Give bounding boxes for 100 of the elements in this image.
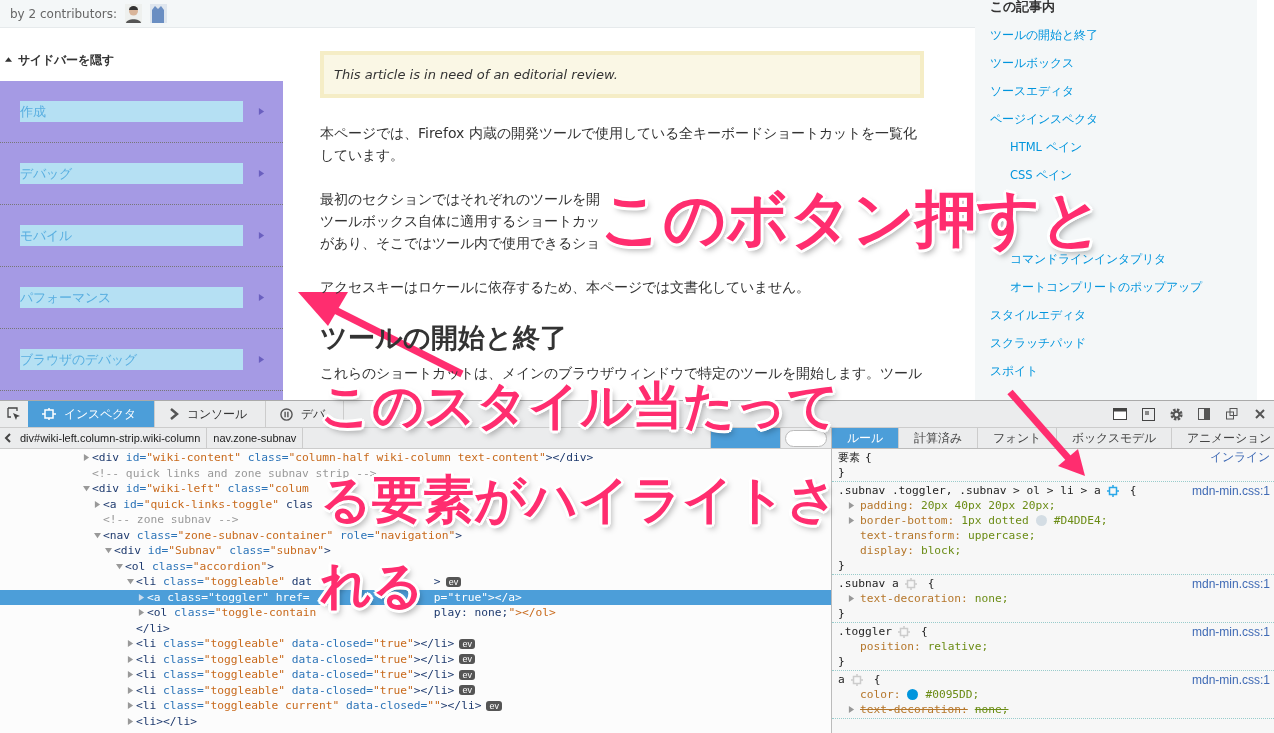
toc-link[interactable]: ツールボックス: [990, 56, 1074, 84]
disclosure-triangle-icon[interactable]: [94, 500, 101, 508]
css-property[interactable]: position:: [860, 640, 921, 653]
source-link[interactable]: インライン: [1210, 449, 1270, 466]
panel-tab[interactable]: アニメーション: [1172, 428, 1274, 448]
brace: {: [1129, 484, 1137, 497]
source-link[interactable]: mdn-min.css:1: [1191, 483, 1270, 498]
css-property[interactable]: display:: [860, 544, 914, 557]
disclosure-triangle-icon[interactable]: [83, 454, 90, 462]
toc-link[interactable]: HTML ペイン: [1010, 140, 1082, 168]
source-link[interactable]: mdn-min.css:1: [1191, 624, 1270, 639]
toc-link[interactable]: ページインスペクタ: [990, 112, 1098, 140]
css-value[interactable]: none;: [974, 592, 1009, 605]
panel-tab[interactable]: ボックスモデル: [1057, 428, 1172, 448]
brace: {: [927, 577, 935, 590]
disclosure-triangle-icon[interactable]: [127, 655, 134, 663]
markup-tag: </li>: [136, 621, 170, 635]
event-badge[interactable]: ev: [445, 576, 462, 587]
css-value[interactable]: #D4DDE4;: [1053, 514, 1108, 527]
breadcrumb[interactable]: nav.zone-subnav: [207, 428, 304, 448]
disclosure-triangle-icon[interactable]: [138, 593, 145, 601]
event-badge[interactable]: ev: [459, 638, 475, 649]
disclosure-triangle-icon[interactable]: [127, 671, 134, 679]
source-link[interactable]: mdn-min.css:1: [1191, 576, 1270, 591]
sidebar-toggle[interactable]: サイドバーを隠す: [0, 52, 283, 81]
panel-tab[interactable]: ルール: [832, 428, 899, 448]
color-swatch[interactable]: [1035, 515, 1047, 526]
disclosure-triangle-icon[interactable]: [138, 609, 145, 617]
disclosure-triangle-icon[interactable]: [127, 717, 134, 725]
highlighter-icon[interactable]: [897, 625, 910, 638]
section-heading: ツールの開始と終了: [320, 321, 568, 355]
highlighter-icon[interactable]: [1106, 484, 1119, 497]
review-notice: This article is in need of an editorial review.: [320, 51, 924, 98]
disclosure-triangle-icon[interactable]: [127, 640, 134, 648]
breadcrumb[interactable]: div#wiki-left.column-strip.wiki-column: [14, 428, 208, 448]
contributors-label: by 2 contributors:: [10, 6, 117, 21]
disclosure-triangle-icon[interactable]: [848, 595, 855, 602]
toc-link[interactable]: コマンドラインインタプリタ: [1010, 252, 1166, 280]
search-field[interactable]: [785, 429, 827, 447]
css-property[interactable]: padding:: [860, 499, 914, 512]
css-value[interactable]: 1px dotted: [961, 514, 1029, 527]
css-property[interactable]: text-decoration:: [860, 703, 968, 716]
disclosure-triangle-icon[interactable]: [94, 531, 101, 539]
markup-tag: <li></li>: [136, 714, 197, 728]
devtools-tab[interactable]: コンソール: [155, 401, 266, 427]
panel-tab[interactable]: 計算済み: [899, 428, 978, 448]
disclosure-triangle-icon[interactable]: [258, 356, 265, 363]
disclosure-triangle-icon[interactable]: [105, 547, 112, 555]
toc-link[interactable]: スポイト: [990, 364, 1038, 392]
brace: {: [873, 673, 881, 686]
panel-tab[interactable]: フォント: [978, 428, 1057, 448]
event-badge[interactable]: ev: [459, 669, 475, 680]
disclosure-triangle-icon[interactable]: [258, 170, 265, 177]
markup-tag: <li class="toggleable current" data-closed=""></li>: [136, 699, 482, 713]
toc-link[interactable]: ソースエディタ: [990, 84, 1074, 112]
css-value[interactable]: block;: [920, 544, 962, 557]
disclosure-triangle-icon[interactable]: [848, 706, 855, 713]
brace: }: [838, 655, 845, 668]
box-icon: [42, 408, 56, 420]
disclosure-triangle-icon[interactable]: [116, 562, 123, 570]
disclosure-triangle-icon[interactable]: [127, 702, 134, 710]
disclosure-triangle-icon[interactable]: [83, 485, 90, 493]
markup-tag: <a class="toggler" href=: [147, 590, 310, 604]
css-value[interactable]: #0095DD;: [925, 688, 980, 701]
text-fragment: ツールボックス自体に適用するショートカッ: [320, 212, 600, 231]
css-value[interactable]: none;: [974, 703, 1009, 716]
highlighter-icon[interactable]: [850, 673, 863, 686]
css-property[interactable]: text-decoration:: [860, 592, 968, 605]
toc-link[interactable]: スクラッチパッド: [990, 336, 1086, 364]
markup-tag: <li class="toggleable" data-closed="true"></li>: [136, 668, 455, 682]
css-value[interactable]: 20px 40px 20px 20px;: [920, 499, 1056, 512]
css-property[interactable]: color:: [860, 688, 901, 701]
css-value[interactable]: uppercase;: [968, 529, 1036, 542]
disclosure-triangle-icon[interactable]: [848, 517, 855, 524]
disclosure-triangle-icon[interactable]: [127, 686, 134, 694]
devtools-tab[interactable]: インスペクタ: [28, 401, 155, 427]
markup-tag: <li class="toggleable" data-closed="true"></li>: [136, 637, 455, 651]
css-value[interactable]: relative;: [927, 640, 989, 653]
css-property[interactable]: border-bottom:: [860, 514, 955, 527]
disclosure-triangle-icon[interactable]: [127, 578, 134, 586]
toc-link[interactable]: ツールの開始と終了: [990, 28, 1098, 56]
source-link[interactable]: mdn-min.css:1: [1191, 672, 1270, 687]
disclosure-triangle-icon[interactable]: [848, 502, 855, 509]
event-badge[interactable]: ev: [486, 700, 502, 711]
disclosure-triangle-icon[interactable]: [258, 108, 265, 115]
event-badge[interactable]: ev: [459, 654, 475, 665]
pause-icon: [280, 407, 293, 421]
event-badge[interactable]: ev: [459, 685, 475, 696]
toc-link[interactable]: スタイルエディタ: [990, 308, 1086, 336]
highlighter-icon[interactable]: [904, 577, 917, 590]
color-swatch[interactable]: [907, 689, 919, 700]
toc-link[interactable]: オートコンプリートのポップアップ: [1010, 280, 1202, 308]
disclosure-triangle-icon[interactable]: [258, 232, 265, 239]
toc-title: この記事内: [990, 0, 1056, 16]
disclosure-triangle-icon[interactable]: [258, 294, 265, 301]
markup-tag: play: none;"></ol>: [433, 606, 556, 620]
markup-tag: <a id="quick-links-toggle" clas: [103, 497, 313, 511]
css-property[interactable]: text-transform:: [860, 529, 962, 542]
css-selector: .toggler: [838, 625, 892, 638]
text-fragment: 最初のセクションではそれぞれのツールを開: [320, 190, 600, 209]
